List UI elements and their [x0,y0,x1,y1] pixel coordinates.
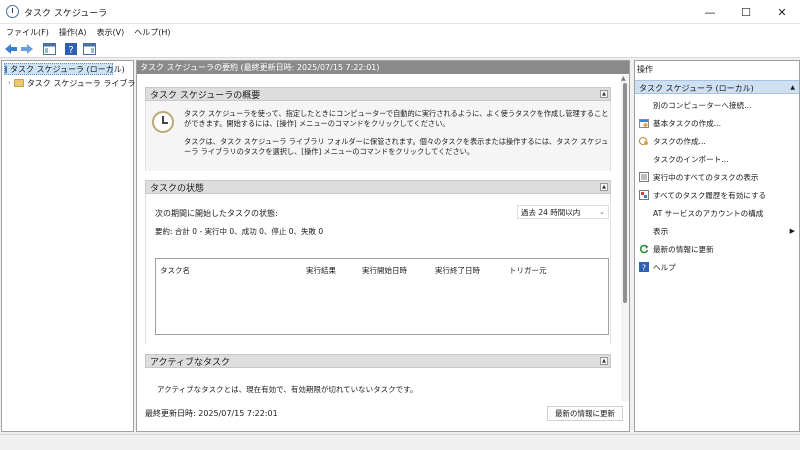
overview-paragraph-2: タスクは、タスク スケジューラ ライブラリ フォルダーに保管されます。個々のタス… [184,137,609,156]
action-label: 基本タスクの作成... [653,118,721,128]
column-header-task-name[interactable]: タスク名 [160,265,190,276]
last-updated-text: 最終更新日時: 2025/07/15 7:22:01 [145,409,278,418]
actions-header: 操作 [637,65,653,74]
minimize-button[interactable]: — [692,0,728,24]
summary-panel: タスク スケジューラの要約 (最終更新日時: 2025/07/15 7:22:0… [136,60,630,432]
active-description: アクティブなタスクとは、現在有効で、有効期限が切れていないタスクです。 [157,385,418,394]
close-button[interactable]: ✕ [764,0,800,24]
overview-section-title: タスク スケジューラの概要 [150,90,261,101]
status-bar [0,434,800,450]
active-section-header[interactable]: アクティブなタスク ▲ [145,354,611,368]
chevron-down-icon: ⌄ [599,208,605,216]
action-refresh[interactable]: 最新の情報に更新 [639,242,714,256]
action-help[interactable]: ? ヘルプ [639,260,676,274]
column-header-end[interactable]: 実行終了日時 [435,265,480,276]
action-create-task[interactable]: タスクの作成... [639,134,706,148]
menu-file[interactable]: ファイル(F) [6,27,49,38]
task-status-table[interactable]: タスク名 実行結果 実行開始日時 実行終了日時 トリガー元 [155,258,609,335]
active-section-title: アクティブなタスク [150,357,231,368]
menu-bar: ファイル(F) 操作(A) 表示(V) ヘルプ(H) [0,24,800,40]
action-label: タスクのインポート... [653,154,729,164]
status-section-header[interactable]: タスクの状態 ▲ [145,180,611,194]
svg-text:?: ? [642,264,646,273]
actions-subheader[interactable]: タスク スケジューラ (ローカル) ▲ [635,80,799,94]
status-summary: 要約: 合計 0 - 実行中 0、成功 0、停止 0、失敗 0 [155,227,324,236]
action-label: 実行中のすべてのタスクの表示 [653,172,759,182]
actions-subheader-label: タスク スケジューラ (ローカル) [639,84,754,93]
summary-header: タスク スケジューラの要約 (最終更新日時: 2025/07/15 7:22:0… [137,61,629,74]
running-tasks-icon [639,172,649,182]
menu-action[interactable]: 操作(A) [59,27,87,38]
collapse-icon[interactable]: ▲ [600,183,608,191]
folder-icon [13,79,24,87]
action-label: AT サービスのアカウントの構成 [653,208,764,218]
collapse-icon[interactable]: ▲ [790,84,795,91]
action-connect[interactable]: 別のコンピューターへ接続... [639,98,751,112]
tree-item-local-label: タスク スケジューラ (ローカル) [10,64,125,74]
task-scheduler-icon [5,64,7,74]
action-create-basic-task[interactable]: 基本タスクの作成... [639,116,721,130]
toolbar: ? [0,40,800,58]
overview-paragraph-1: タスク スケジューラを使って、指定したときにコンピューターで自動的に実行されるよ… [184,109,609,128]
menu-help[interactable]: ヘルプ(H) [134,27,170,38]
tree-item-library-label: タスク スケジューラ ライブラリ [26,78,144,88]
basic-task-icon [639,118,649,128]
column-header-trigger[interactable]: トリガー元 [509,265,547,276]
action-pane-icon[interactable] [82,42,96,56]
refresh-button[interactable]: 最新の情報に更新 [547,406,623,421]
forward-arrow-icon[interactable] [20,42,34,56]
task-scheduler-icon [6,5,19,18]
help-icon[interactable]: ? [64,42,78,56]
chevron-right-icon: ▶ [789,227,795,235]
collapse-icon[interactable]: ▲ [600,357,608,365]
svg-text:?: ? [68,45,73,55]
time-period-value: 過去 24 時間以内 [521,207,581,217]
create-task-icon [639,136,649,146]
scrollbar-thumb[interactable] [623,83,627,303]
action-import-task[interactable]: タスクのインポート... [639,152,729,166]
window-title: タスク スケジューラ [24,9,108,19]
action-label: 最新の情報に更新 [653,244,714,254]
action-enable-history[interactable]: すべてのタスク履歴を有効にする [639,188,766,202]
history-icon [639,190,649,200]
column-header-result[interactable]: 実行結果 [306,265,336,276]
back-arrow-icon[interactable] [4,42,18,56]
actions-pane: 操作 タスク スケジューラ (ローカル) ▲ 別のコンピューターへ接続... 基… [634,60,800,432]
title-bar: タスク スケジューラ — ☐ ✕ [0,0,800,24]
console-tree-icon[interactable] [42,42,56,56]
time-period-select[interactable]: 過去 24 時間以内 ⌄ [517,205,609,219]
console-tree: タスク スケジューラ (ローカル) › タスク スケジューラ ライブラリ [1,60,143,432]
column-header-start[interactable]: 実行開始日時 [362,265,407,276]
refresh-icon [639,244,649,254]
action-view[interactable]: 表示 ▶ [639,224,795,238]
clock-icon [152,111,174,133]
maximize-button[interactable]: ☐ [728,0,764,24]
action-label: ヘルプ [653,262,676,272]
chevron-right-icon[interactable]: › [8,79,11,87]
menu-view[interactable]: 表示(V) [97,27,125,38]
scroll-up-icon[interactable]: ▲ [621,75,626,82]
overview-section-header[interactable]: タスク スケジューラの概要 ▲ [145,87,611,101]
status-section-title: タスクの状態 [150,183,205,194]
overview-section-body: タスク スケジューラを使って、指定したときにコンピューターで自動的に実行されるよ… [145,101,611,171]
action-label: すべてのタスク履歴を有効にする [653,190,767,200]
action-label: 表示 [653,226,669,236]
status-period-label: 次の期間に開始したタスクの状態: [155,209,278,218]
tree-item-library[interactable]: › タスク スケジューラ ライブラリ [8,77,143,89]
help-icon: ? [639,262,649,272]
tree-item-local[interactable]: タスク スケジューラ (ローカル) [4,63,125,75]
action-label: タスクの作成... [653,136,706,146]
action-at-service[interactable]: AT サービスのアカウントの構成 [639,206,763,220]
action-label: 別のコンピューターへ接続... [653,100,752,110]
collapse-icon[interactable]: ▲ [600,90,608,98]
action-display-running[interactable]: 実行中のすべてのタスクの表示 [639,170,758,184]
